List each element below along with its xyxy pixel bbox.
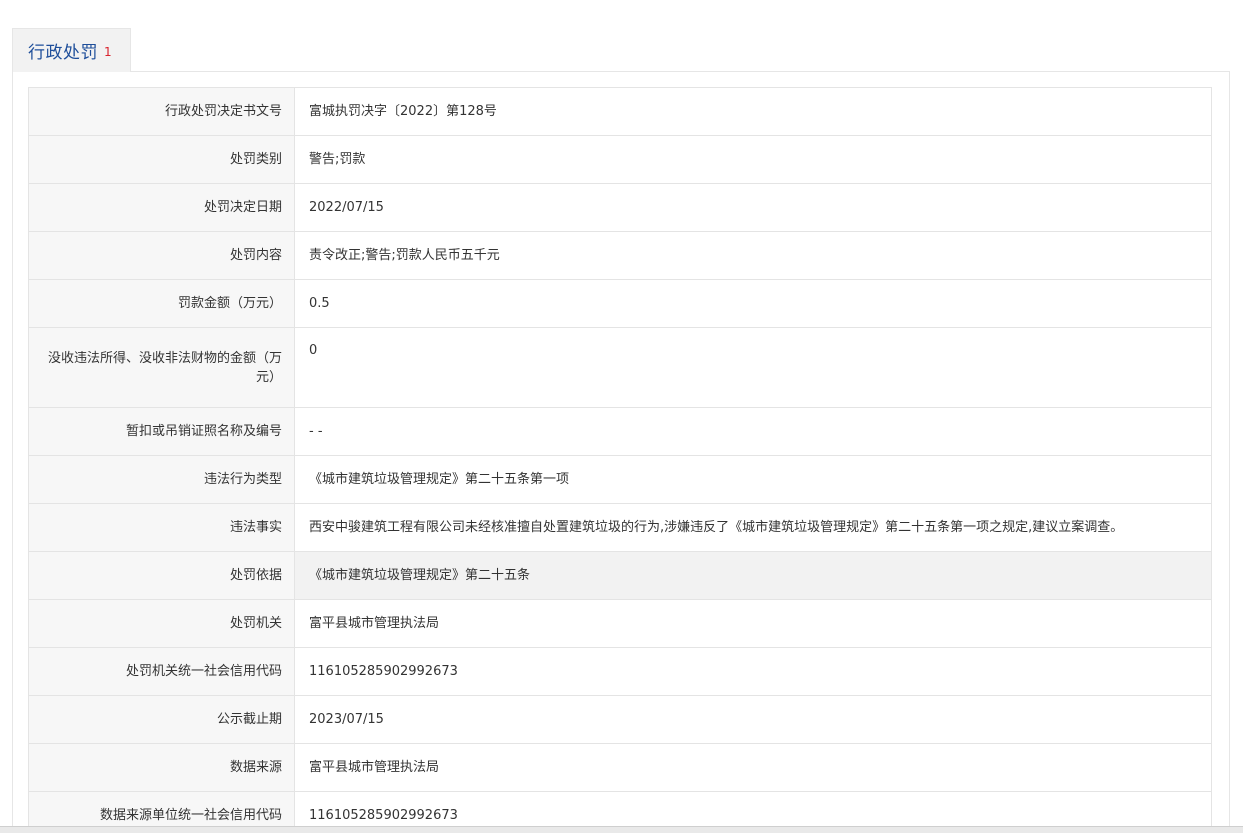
row-value: 富平县城市管理执法局 bbox=[294, 599, 1212, 648]
row-label: 暂扣或吊销证照名称及编号 bbox=[28, 407, 295, 456]
row-label: 公示截止期 bbox=[28, 695, 295, 744]
row-label: 处罚决定日期 bbox=[28, 183, 295, 232]
table-row-penalty-basis: 处罚依据 《城市建筑垃圾管理规定》第二十五条 bbox=[28, 551, 1212, 600]
row-value: 《城市建筑垃圾管理规定》第二十五条第一项 bbox=[294, 455, 1212, 504]
row-value: 警告;罚款 bbox=[294, 135, 1212, 184]
row-label: 处罚内容 bbox=[28, 231, 295, 280]
table-row-decision-number: 行政处罚决定书文号 富城执罚决字〔2022〕第128号 bbox=[28, 87, 1212, 136]
row-value: 《城市建筑垃圾管理规定》第二十五条 bbox=[294, 551, 1212, 600]
table-row-penalty-content: 处罚内容 责令改正;警告;罚款人民币五千元 bbox=[28, 231, 1212, 280]
table-row-fine-amount: 罚款金额（万元） 0.5 bbox=[28, 279, 1212, 328]
page: 行政处罚 1 行政处罚决定书文号 富城执罚决字〔2022〕第128号 处罚类别 … bbox=[0, 0, 1243, 833]
row-label: 处罚依据 bbox=[28, 551, 295, 600]
table-row-authority-credit-code: 处罚机关统一社会信用代码 116105285902992673 bbox=[28, 647, 1212, 696]
table-row-publicity-deadline: 公示截止期 2023/07/15 bbox=[28, 695, 1212, 744]
row-label: 行政处罚决定书文号 bbox=[28, 87, 295, 136]
table-row-decision-date: 处罚决定日期 2022/07/15 bbox=[28, 183, 1212, 232]
row-value: - - bbox=[294, 407, 1212, 456]
row-label: 数据来源 bbox=[28, 743, 295, 792]
row-value: 责令改正;警告;罚款人民币五千元 bbox=[294, 231, 1212, 280]
row-label: 处罚机关统一社会信用代码 bbox=[28, 647, 295, 696]
table-row-license-revocation: 暂扣或吊销证照名称及编号 - - bbox=[28, 407, 1212, 456]
row-label: 违法事实 bbox=[28, 503, 295, 552]
penalty-info-table: 行政处罚决定书文号 富城执罚决字〔2022〕第128号 处罚类别 警告;罚款 处… bbox=[28, 87, 1212, 833]
table-row-data-source: 数据来源 富平县城市管理执法局 bbox=[28, 743, 1212, 792]
row-label: 没收违法所得、没收非法财物的金额（万元） bbox=[28, 327, 295, 408]
table-row-violation-facts: 违法事实 西安中骏建筑工程有限公司未经核准擅自处置建筑垃圾的行为,涉嫌违反了《城… bbox=[28, 503, 1212, 552]
tab-administrative-penalty[interactable]: 行政处罚 1 bbox=[12, 28, 131, 72]
table-row-confiscation-amount: 没收违法所得、没收非法财物的金额（万元） 0 bbox=[28, 327, 1212, 408]
row-value: 富城执罚决字〔2022〕第128号 bbox=[294, 87, 1212, 136]
row-label: 罚款金额（万元） bbox=[28, 279, 295, 328]
horizontal-scrollbar[interactable] bbox=[0, 826, 1243, 833]
table-row-penalty-authority: 处罚机关 富平县城市管理执法局 bbox=[28, 599, 1212, 648]
row-value: 0.5 bbox=[294, 279, 1212, 328]
row-value: 西安中骏建筑工程有限公司未经核准擅自处置建筑垃圾的行为,涉嫌违反了《城市建筑垃圾… bbox=[294, 503, 1212, 552]
tab-count-badge: 1 bbox=[104, 44, 112, 59]
row-value: 2023/07/15 bbox=[294, 695, 1212, 744]
row-value: 2022/07/15 bbox=[294, 183, 1212, 232]
row-label: 违法行为类型 bbox=[28, 455, 295, 504]
row-value: 116105285902992673 bbox=[294, 647, 1212, 696]
row-label: 处罚机关 bbox=[28, 599, 295, 648]
table-row-penalty-type: 处罚类别 警告;罚款 bbox=[28, 135, 1212, 184]
row-value: 0 bbox=[294, 327, 1212, 408]
row-label: 处罚类别 bbox=[28, 135, 295, 184]
row-value: 富平县城市管理执法局 bbox=[294, 743, 1212, 792]
table-row-violation-type: 违法行为类型 《城市建筑垃圾管理规定》第二十五条第一项 bbox=[28, 455, 1212, 504]
tab-label: 行政处罚 bbox=[28, 43, 98, 63]
